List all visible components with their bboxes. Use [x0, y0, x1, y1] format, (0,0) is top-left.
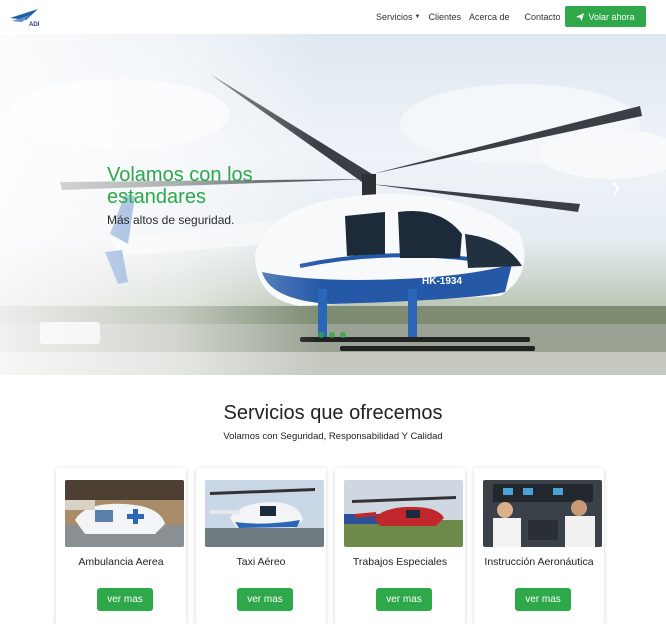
service-label: Ambulancia Aerea — [78, 556, 164, 568]
service-card-instruccion[interactable]: Instrucción Aeronáutica ver mas — [474, 468, 604, 624]
registration-text: HK-1934 — [422, 276, 462, 287]
nav-clientes[interactable]: Clientes — [428, 12, 461, 22]
taxi-helicopter-image — [205, 480, 324, 547]
volar-ahora-label: Volar ahora — [588, 11, 635, 22]
ver-mas-button[interactable]: ver mas — [515, 588, 571, 611]
service-label: Instrucción Aeronáutica — [484, 556, 594, 568]
service-label: Taxi Aéreo — [236, 556, 286, 568]
carousel-indicators — [318, 332, 346, 338]
hero-carousel: HK-1934 Volamos con los estandares Más a… — [0, 34, 666, 375]
carousel-dot-2[interactable] — [329, 332, 335, 338]
carousel-dot-1[interactable] — [318, 332, 324, 338]
service-card-taxi[interactable]: Taxi Aéreo ver mas — [196, 468, 326, 624]
carousel-dot-3[interactable] — [340, 332, 346, 338]
navbar: ADI Servicios ▼ Clientes Acerca de Conta… — [0, 0, 666, 34]
nav-links: Servicios ▼ Clientes Acerca de Contacto — [376, 0, 561, 34]
service-card-ambulancia[interactable]: Ambulancia Aerea ver mas — [56, 468, 186, 624]
volar-ahora-button[interactable]: Volar ahora — [565, 6, 646, 27]
cockpit-pilots-image — [483, 480, 602, 547]
red-helicopter-image — [344, 480, 463, 547]
company-logo[interactable]: ADI — [8, 6, 44, 28]
ver-mas-button[interactable]: ver mas — [237, 588, 293, 611]
nav-acerca-de[interactable]: Acerca de — [469, 12, 510, 22]
services-subtitle: Volamos con Seguridad, Responsabilidad Y… — [223, 431, 443, 442]
service-card-trabajos[interactable]: Trabajos Especiales ver mas — [335, 468, 465, 624]
hero-title: Volamos con los estandares — [107, 164, 253, 208]
ver-mas-button[interactable]: ver mas — [376, 588, 432, 611]
logo-text: ADI — [29, 22, 40, 28]
nav-servicios[interactable]: Servicios — [376, 12, 413, 22]
chevron-down-icon[interactable]: ▼ — [415, 14, 421, 20]
send-icon — [576, 12, 585, 21]
carousel-next-icon[interactable]: ❯ — [611, 181, 621, 195]
nav-contacto[interactable]: Contacto — [525, 12, 561, 22]
ambulance-helicopter-image — [65, 480, 184, 547]
hero-subtitle: Más altos de seguridad. — [107, 213, 235, 227]
service-label: Trabajos Especiales — [352, 556, 448, 568]
services-title: Servicios que ofrecemos — [223, 402, 443, 424]
ver-mas-button[interactable]: ver mas — [97, 588, 153, 611]
